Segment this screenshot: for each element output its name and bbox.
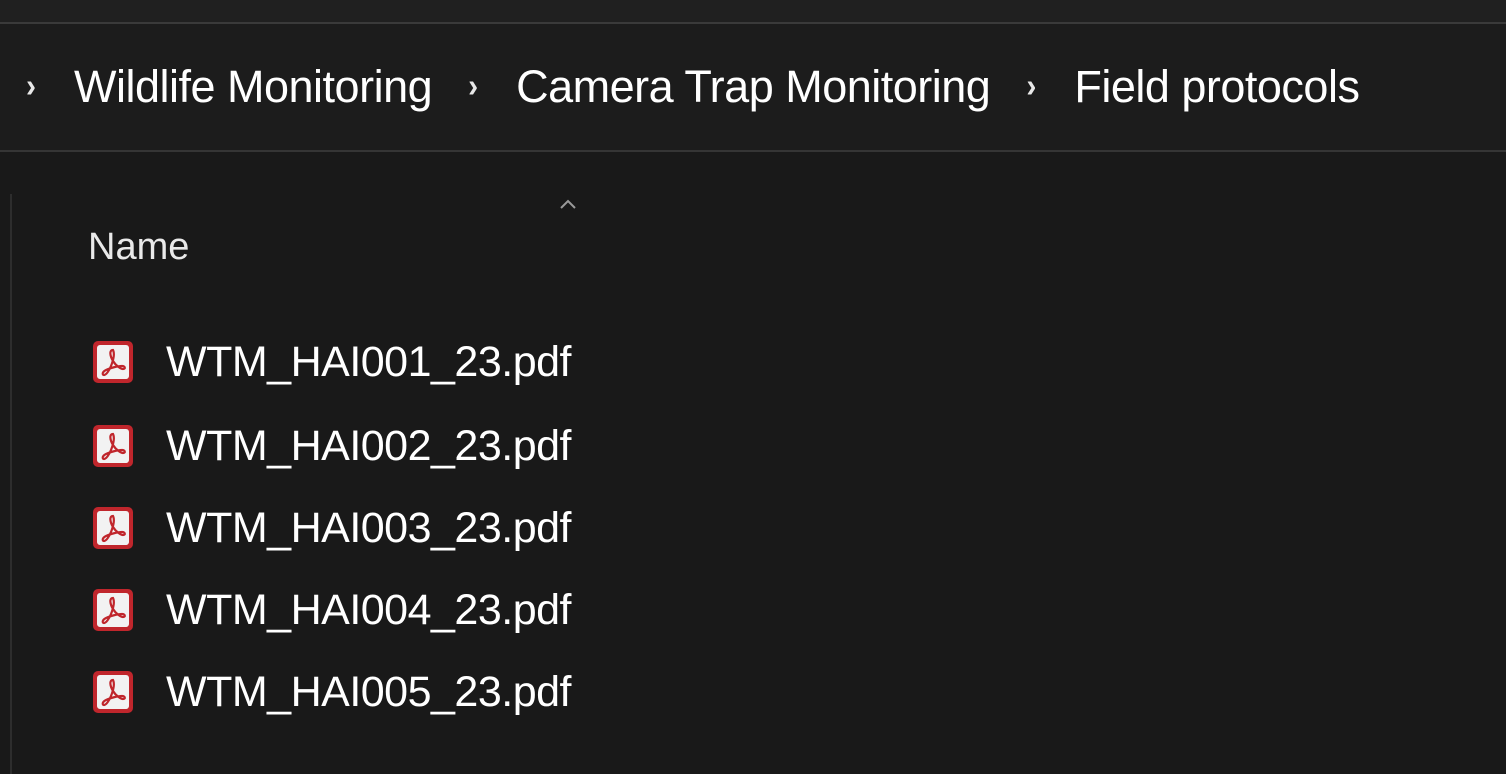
file-name: WTM_HAI005_23.pdf bbox=[166, 667, 571, 716]
file-name: WTM_HAI004_23.pdf bbox=[166, 585, 571, 634]
window-top-strip bbox=[0, 0, 1506, 24]
file-row[interactable]: WTM_HAI001_23.pdf bbox=[90, 332, 571, 392]
pdf-file-icon bbox=[93, 671, 133, 713]
column-header-name[interactable]: Name bbox=[88, 226, 189, 269]
file-row[interactable]: WTM_HAI002_23.pdf bbox=[90, 416, 571, 476]
file-list: Name WTM_HAI001_23.pdf WTM_HAI002_23.pdf… bbox=[0, 152, 1506, 774]
breadcrumb-item-camera-trap-monitoring[interactable]: Camera Trap Monitoring bbox=[516, 61, 991, 113]
sort-ascending-icon bbox=[560, 199, 576, 209]
pdf-file-icon bbox=[93, 341, 133, 383]
pdf-file-icon bbox=[93, 425, 133, 467]
file-name: WTM_HAI002_23.pdf bbox=[166, 421, 571, 470]
file-name: WTM_HAI003_23.pdf bbox=[166, 503, 571, 552]
file-row[interactable]: WTM_HAI003_23.pdf bbox=[90, 498, 571, 558]
breadcrumb-chevron-icon[interactable]: › bbox=[26, 68, 36, 105]
file-row[interactable]: WTM_HAI005_23.pdf bbox=[90, 662, 571, 722]
file-row[interactable]: WTM_HAI004_23.pdf bbox=[90, 580, 571, 640]
pane-divider bbox=[10, 194, 12, 774]
breadcrumb-chevron-icon[interactable]: › bbox=[1026, 68, 1036, 105]
breadcrumb-item-wildlife-monitoring[interactable]: Wildlife Monitoring bbox=[74, 61, 433, 113]
breadcrumb: › Wildlife Monitoring › Camera Trap Moni… bbox=[0, 24, 1506, 152]
pdf-file-icon bbox=[93, 507, 133, 549]
breadcrumb-chevron-icon[interactable]: › bbox=[468, 68, 478, 105]
file-name: WTM_HAI001_23.pdf bbox=[166, 337, 571, 386]
pdf-file-icon bbox=[93, 589, 133, 631]
breadcrumb-item-field-protocols[interactable]: Field protocols bbox=[1074, 61, 1360, 113]
